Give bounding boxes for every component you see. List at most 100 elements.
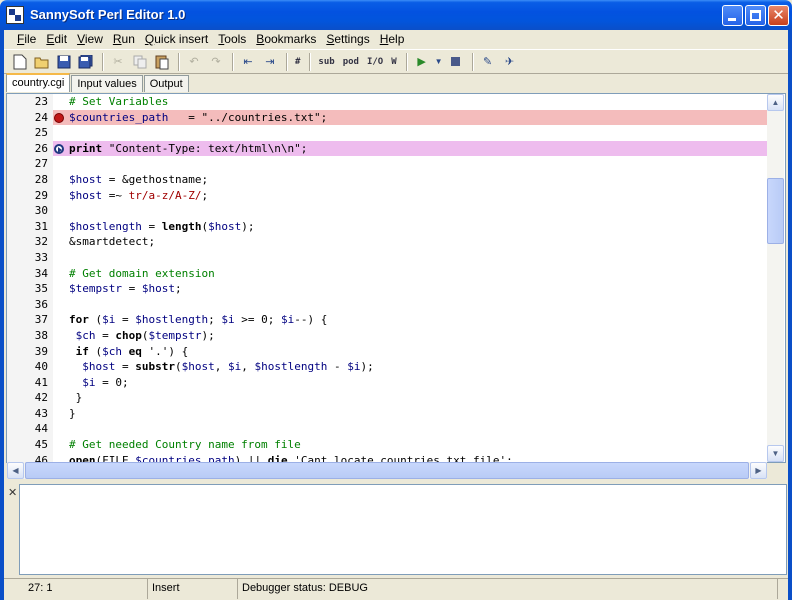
run-dropdown-button[interactable]: ▼ (434, 52, 444, 72)
close-button[interactable]: ✕ (768, 5, 789, 26)
code-line[interactable]: 34 # Get domain extension (7, 266, 769, 282)
code-line[interactable]: 43} (7, 406, 769, 422)
comment-button[interactable]: # (292, 52, 303, 72)
code-line[interactable]: 25 (7, 125, 769, 141)
code-text[interactable]: } (69, 390, 83, 406)
tab-output[interactable]: Output (143, 75, 189, 92)
unindent-button[interactable]: ⇤ (238, 52, 258, 72)
code-text[interactable]: $host =~ tr/a-z/A-Z/; (69, 188, 208, 204)
new-file-button[interactable] (10, 52, 30, 72)
debug-tool-button[interactable]: ✈ (500, 52, 520, 72)
code-line[interactable]: 38 $ch = chop($tempstr); (7, 328, 769, 344)
line-number: 36 (34, 297, 48, 311)
syntax-check-button[interactable]: ✎ (478, 52, 498, 72)
insert-sub-button[interactable]: sub (315, 52, 337, 72)
code-line[interactable]: 35 $tempstr = $host; (7, 281, 769, 297)
code-line[interactable]: 32 &smartdetect; (7, 234, 769, 250)
vertical-scroll-thumb[interactable] (767, 178, 784, 244)
menu-settings[interactable]: Settings (321, 30, 374, 48)
code-line[interactable]: 30 (7, 203, 769, 219)
code-line[interactable]: 29 $host =~ tr/a-z/A-Z/; (7, 188, 769, 204)
horizontal-scrollbar[interactable]: ◀ ▶ (7, 462, 767, 479)
scroll-up-button[interactable]: ▲ (767, 94, 784, 111)
code-text[interactable]: $ch = chop($tempstr); (69, 328, 215, 344)
code-line[interactable]: 40 $host = substr($host, $i, $hostlength… (7, 359, 769, 375)
app-icon[interactable] (6, 6, 24, 24)
code-line[interactable]: 31 $hostlength = length($host); (7, 219, 769, 235)
menu-quick-insert[interactable]: Quick insert (140, 30, 213, 48)
toolbar-separator (471, 52, 474, 71)
insert-pod-button[interactable]: pod (340, 52, 362, 72)
open-file-button[interactable] (32, 52, 52, 72)
code-line[interactable]: 44 (7, 421, 769, 437)
line-number: 32 (34, 235, 48, 249)
arrow-right-icon: ▶ (755, 466, 762, 475)
code-text[interactable]: &smartdetect; (69, 234, 155, 250)
code-line[interactable]: 41 $i = 0; (7, 375, 769, 391)
tab-country-cgi[interactable]: country.cgi (6, 73, 71, 92)
tab-input-values[interactable]: Input values (71, 75, 143, 92)
insert-io-button[interactable]: I/O (364, 52, 386, 72)
code-line[interactable]: 45 # Get needed Country name from file (7, 437, 769, 453)
redo-button[interactable]: ↷ (206, 52, 226, 72)
undo-button[interactable]: ↶ (184, 52, 204, 72)
code-lines[interactable]: 23 # Set Variables 24 $countries_path = "..… (7, 94, 769, 462)
chevron-down-icon: ▼ (434, 57, 443, 66)
breakpoint-icon[interactable] (54, 112, 64, 123)
code-text[interactable]: $host = &gethostname; (69, 172, 208, 188)
output-pane[interactable] (19, 484, 787, 575)
menu-tools[interactable]: Tools (213, 30, 251, 48)
menu-run[interactable]: Run (108, 30, 140, 48)
code-line[interactable]: 33 (7, 250, 769, 266)
run-button[interactable]: ▶ (412, 52, 432, 72)
code-text[interactable]: $i = 0; (69, 375, 128, 391)
code-text[interactable]: } (69, 406, 76, 422)
paste-button[interactable] (152, 52, 172, 72)
save-button[interactable] (54, 52, 74, 72)
code-text[interactable]: # Set Variables (69, 94, 168, 110)
menu-view[interactable]: View (72, 30, 108, 48)
code-line[interactable]: 27 (7, 156, 769, 172)
scroll-left-button[interactable]: ◀ (7, 462, 24, 479)
window-title: SannySoft Perl Editor 1.0 (30, 7, 186, 22)
code-text[interactable]: # Get needed Country name from file (69, 437, 301, 453)
code-line[interactable]: 39 if ($ch eq '.') { (7, 344, 769, 360)
code-line[interactable]: 24 $countries_path = "../countries.txt"; (7, 109, 769, 126)
menu-help[interactable]: Help (375, 30, 410, 48)
close-output-pane-icon[interactable]: ✕ (8, 486, 17, 499)
code-text[interactable]: print "Content-Type: text/html\n\n"; (69, 141, 307, 157)
code-line[interactable]: 26 print "Content-Type: text/html\n\n"; (7, 140, 769, 157)
horizontal-scroll-thumb[interactable] (25, 462, 749, 479)
code-text[interactable]: if ($ch eq '.') { (69, 344, 189, 360)
code-line[interactable]: 36 (7, 297, 769, 313)
code-line[interactable]: 28 $host = &gethostname; (7, 172, 769, 188)
save-all-button[interactable] (76, 52, 96, 72)
window-frame-left (0, 30, 4, 600)
code-line[interactable]: 37 for ($i = $hostlength; $i >= 0; $i--) … (7, 312, 769, 328)
maximize-button[interactable] (745, 5, 766, 26)
code-text[interactable]: for ($i = $hostlength; $i >= 0; $i--) { (69, 312, 327, 328)
code-line[interactable]: 42 } (7, 390, 769, 406)
menu-file[interactable]: File (12, 30, 41, 48)
insert-w-button[interactable]: W (388, 52, 399, 72)
vertical-scrollbar[interactable]: ▲ ▼ (767, 94, 784, 462)
code-line[interactable]: 23 # Set Variables (7, 94, 769, 110)
code-editor[interactable]: 23 # Set Variables 24 $countries_path = "..… (6, 93, 786, 463)
menu-bookmarks[interactable]: Bookmarks (251, 30, 321, 48)
stop-button[interactable] (446, 52, 466, 72)
title-bar[interactable]: SannySoft Perl Editor 1.0 ✕ (0, 0, 792, 30)
code-text[interactable]: $host = substr($host, $i, $hostlength - … (69, 359, 373, 375)
code-text[interactable]: $tempstr = $host; (69, 281, 182, 297)
indent-button[interactable]: ⇥ (260, 52, 280, 72)
scroll-down-button[interactable]: ▼ (767, 445, 784, 462)
minimize-button[interactable] (722, 5, 743, 26)
cut-button[interactable]: ✂ (108, 52, 128, 72)
execution-point-icon[interactable] (54, 143, 64, 154)
code-text[interactable]: $hostlength = length($host); (69, 219, 254, 235)
copy-button[interactable] (130, 52, 150, 72)
code-text[interactable]: # Get domain extension (69, 266, 215, 282)
code-text[interactable]: $countries_path = "../countries.txt"; (69, 110, 327, 126)
scroll-right-button[interactable]: ▶ (750, 462, 767, 479)
menu-edit[interactable]: Edit (41, 30, 72, 48)
cursor-position: 27: 1 (4, 579, 148, 599)
